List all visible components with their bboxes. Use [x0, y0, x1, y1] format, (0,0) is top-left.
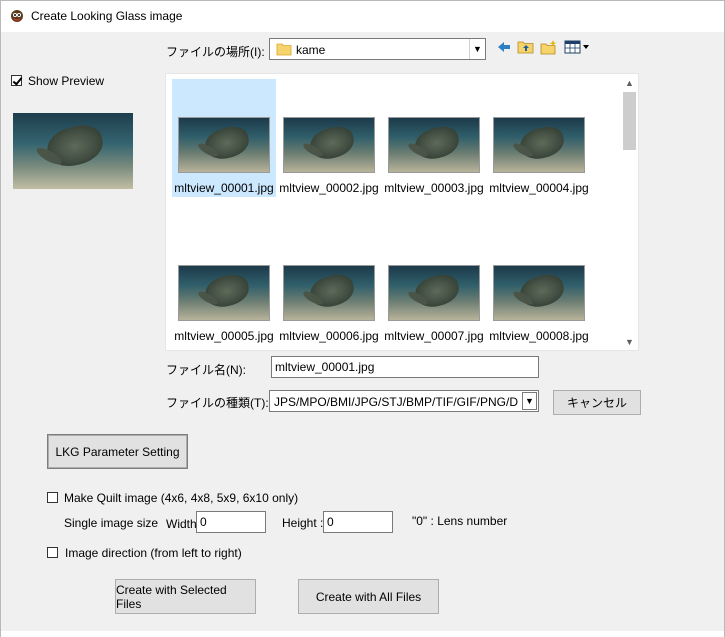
image-direction-label: Image direction (from left to right) — [65, 546, 242, 560]
file-item[interactable]: mltview_00008.jpg — [487, 227, 591, 345]
file-item[interactable]: mltview_00004.jpg — [487, 79, 591, 197]
file-thumbnail — [178, 265, 270, 321]
show-preview-checkbox[interactable] — [11, 75, 22, 86]
single-image-size-label: Single image size — [64, 516, 159, 530]
file-name-text: mltview_00003.jpg — [384, 181, 484, 195]
chevron-down-icon[interactable]: ▼ — [469, 39, 485, 59]
height-input[interactable] — [323, 511, 393, 533]
file-name-text: mltview_00001.jpg — [174, 181, 274, 195]
preview-image — [13, 113, 133, 189]
file-type-value: JPS/MPO/BMI/JPG/STJ/BMP/TIF/GIF/PNG/DAS — [274, 395, 518, 409]
width-input[interactable] — [196, 511, 266, 533]
file-list[interactable]: mltview_00001.jpg mltview_00002.jpg mltvie… — [165, 73, 639, 351]
create-lkg-dialog: Create Looking Glass image Show Preview … — [0, 0, 725, 637]
file-thumbnail — [283, 265, 375, 321]
file-item[interactable]: mltview_00005.jpg — [172, 227, 276, 345]
lens-number-note: "0" : Lens number — [412, 514, 508, 528]
lkg-parameter-button[interactable]: LKG Parameter Setting — [47, 434, 188, 469]
file-name-text: mltview_00004.jpg — [489, 181, 589, 195]
create-selected-files-button[interactable]: Create with Selected Files — [115, 579, 256, 614]
look-in-combo[interactable]: kame ▼ — [269, 38, 486, 60]
cancel-button[interactable]: キャンセル — [553, 390, 641, 415]
new-folder-icon[interactable] — [540, 39, 558, 55]
width-label: Width — [166, 517, 197, 531]
back-arrow-icon[interactable] — [495, 39, 513, 55]
file-name-text: mltview_00002.jpg — [279, 181, 379, 195]
image-direction-checkbox[interactable] — [47, 547, 58, 558]
file-item[interactable]: mltview_00007.jpg — [382, 227, 486, 345]
scroll-down-icon[interactable]: ▼ — [621, 333, 638, 350]
file-list-scrollbar[interactable]: ▲ ▼ — [621, 74, 638, 350]
title-bar[interactable]: Create Looking Glass image — [1, 1, 724, 32]
file-name-text: mltview_00008.jpg — [489, 329, 589, 343]
file-name-input[interactable] — [271, 356, 539, 378]
file-item[interactable]: mltview_00002.jpg — [277, 79, 381, 197]
app-icon — [11, 10, 23, 22]
make-quilt-label: Make Quilt image (4x6, 4x8, 5x9, 6x10 on… — [64, 491, 299, 505]
scrollbar-thumb[interactable] — [623, 92, 636, 150]
file-name-label: ファイル名(N): — [166, 363, 246, 377]
file-thumbnail — [283, 117, 375, 173]
height-label: Height : — [282, 516, 324, 530]
file-thumbnail — [493, 117, 585, 173]
file-item[interactable]: mltview_00006.jpg — [277, 227, 381, 345]
scroll-up-icon[interactable]: ▲ — [621, 74, 638, 91]
look-in-value: kame — [296, 43, 326, 57]
view-menu-icon[interactable] — [564, 39, 590, 55]
file-name-text: mltview_00005.jpg — [174, 329, 274, 343]
file-item[interactable]: mltview_00001.jpg — [172, 79, 276, 197]
make-quilt-checkbox[interactable] — [47, 492, 58, 503]
file-thumbnail — [178, 117, 270, 173]
chevron-down-icon[interactable]: ▼ — [522, 392, 537, 410]
file-name-text: mltview_00007.jpg — [384, 329, 484, 343]
file-item[interactable]: mltview_00003.jpg — [382, 79, 486, 197]
file-thumbnail — [493, 265, 585, 321]
file-name-text: mltview_00006.jpg — [279, 329, 379, 343]
folder-icon — [276, 43, 292, 56]
file-type-label: ファイルの種類(T): — [166, 396, 269, 410]
look-in-label: ファイルの場所(I): — [166, 45, 265, 59]
up-folder-icon[interactable] — [517, 39, 535, 55]
window-title: Create Looking Glass image — [31, 9, 183, 23]
background-strip — [1, 631, 724, 637]
file-thumbnail — [388, 117, 480, 173]
show-preview-label: Show Preview — [28, 74, 105, 88]
file-thumbnail — [388, 265, 480, 321]
create-all-files-button[interactable]: Create with All Files — [298, 579, 439, 614]
file-type-select[interactable]: JPS/MPO/BMI/JPG/STJ/BMP/TIF/GIF/PNG/DAS … — [269, 390, 539, 412]
